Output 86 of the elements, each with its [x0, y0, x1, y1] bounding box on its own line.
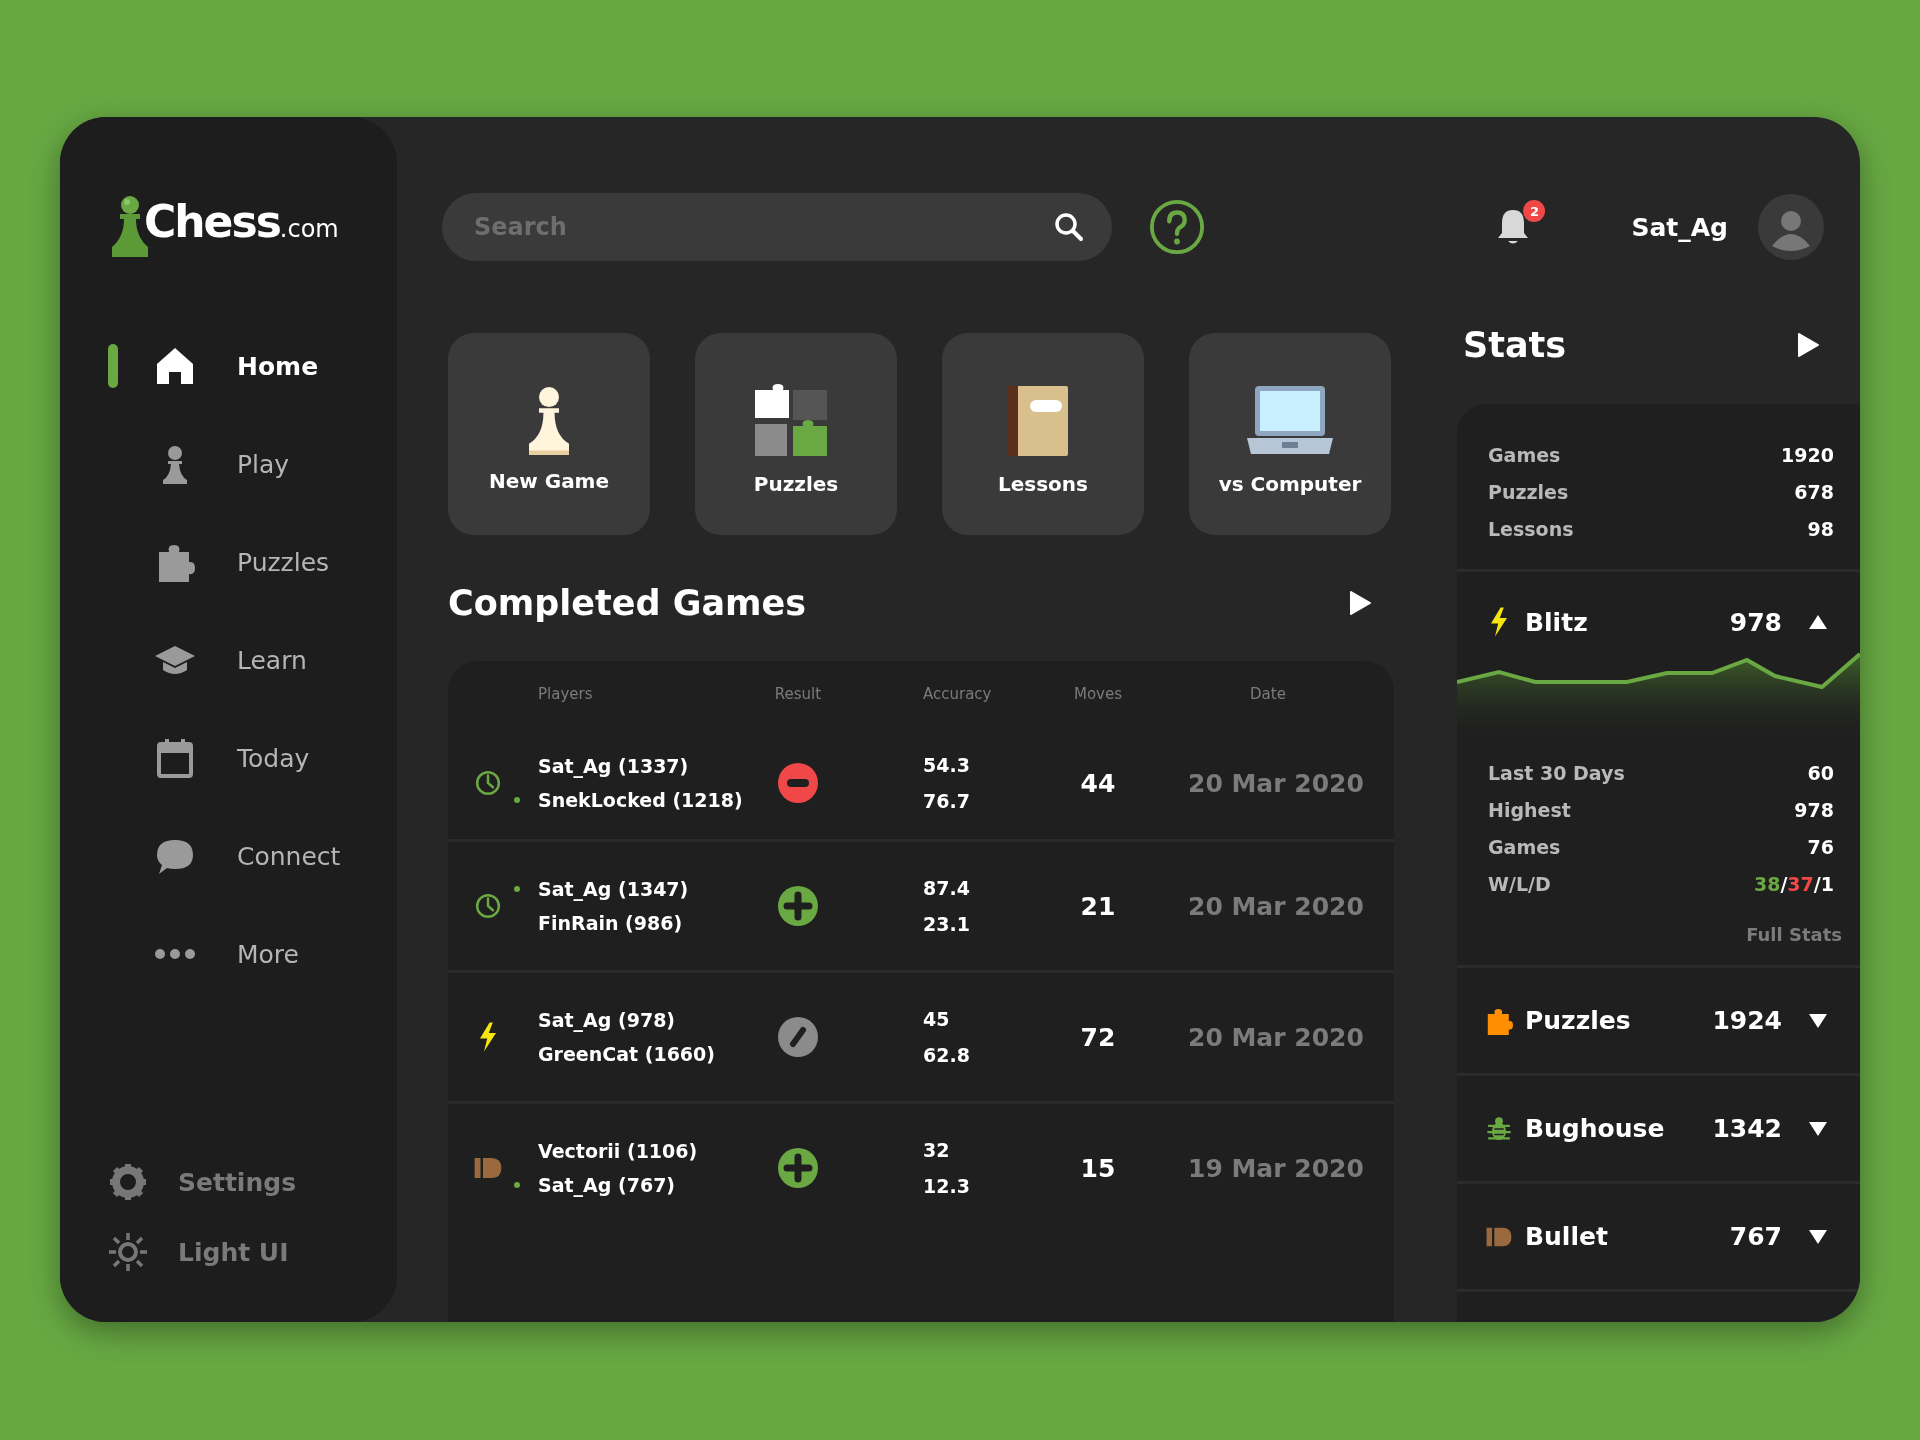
mode-rating: 1924: [1712, 1006, 1782, 1035]
column-header[interactable]: Result: [774, 685, 822, 703]
search-icon[interactable]: [1054, 212, 1084, 242]
stat-value: 978: [1794, 798, 1834, 821]
player-name[interactable]: FinRain (986): [538, 912, 683, 934]
player-name[interactable]: Sat_Ag (1337): [538, 755, 689, 777]
moves-count: 44: [1080, 768, 1116, 798]
accuracy-value: 54.3: [923, 754, 971, 776]
player-name[interactable]: SnekLocked (1218): [538, 789, 743, 811]
pawn-icon: [529, 387, 569, 455]
expand-arrow-icon[interactable]: [1808, 1227, 1828, 1246]
section-title: Completed Games: [448, 583, 807, 623]
player-name[interactable]: Vectorii (1106): [538, 1140, 698, 1162]
expand-arrow-icon[interactable]: [1808, 1011, 1828, 1030]
accuracy-value: 87.4: [923, 877, 971, 899]
stat-label: Games: [1488, 443, 1561, 466]
stat-value: 60: [1807, 761, 1834, 784]
action-tile[interactable]: Puzzles: [695, 333, 897, 535]
stat-label: Puzzles: [1488, 480, 1569, 503]
action-tile[interactable]: New Game: [448, 333, 650, 535]
full-stats-link[interactable]: Full Stats: [1746, 924, 1842, 945]
mode-rating: 978: [1729, 607, 1782, 637]
nav-item[interactable]: Play: [155, 444, 290, 484]
stat-label: Lessons: [1488, 517, 1574, 540]
nav-item[interactable]: Today: [155, 738, 310, 778]
column-header[interactable]: Date: [1250, 685, 1286, 703]
avatar[interactable]: [1758, 194, 1824, 260]
game-date: 19 Mar 2020: [1188, 1153, 1364, 1183]
player-name[interactable]: Sat_Ag (978): [538, 1009, 676, 1031]
help-icon[interactable]: [1148, 198, 1206, 256]
accuracy-value: 76.7: [923, 790, 971, 812]
logo-text: Chess.com: [144, 196, 339, 249]
column-header[interactable]: Accuracy: [923, 685, 992, 703]
nav-item[interactable]: Home: [155, 346, 319, 386]
moves-count: 21: [1080, 891, 1116, 921]
player-name[interactable]: Sat_Ag (1347): [538, 878, 689, 900]
accuracy-value: 62.8: [923, 1044, 971, 1066]
stat-label: Last 30 Days: [1488, 761, 1625, 784]
stat-label: Highest: [1488, 798, 1571, 821]
stat-value: 98: [1807, 517, 1834, 540]
moves-count: 15: [1080, 1153, 1116, 1183]
accuracy-value: 32: [923, 1139, 951, 1161]
nav-item[interactable]: Puzzles: [155, 542, 330, 582]
home-icon: [155, 346, 195, 386]
stat-value: 1920: [1781, 443, 1834, 466]
mode-name[interactable]: Bullet: [1525, 1222, 1730, 1251]
game-date: 20 Mar 2020: [1188, 891, 1364, 921]
play-icon[interactable]: [1348, 590, 1372, 616]
user-name[interactable]: Sat_Ag: [1631, 212, 1728, 242]
column-header[interactable]: Players: [538, 685, 593, 703]
moves-count: 72: [1080, 1022, 1116, 1052]
nav-item[interactable]: More: [155, 934, 299, 974]
notification-badge: 2: [1523, 200, 1546, 222]
nav-item[interactable]: Light UI: [108, 1232, 397, 1272]
play-icon[interactable]: [1796, 332, 1820, 358]
stat-value: 76: [1807, 835, 1834, 858]
player-name[interactable]: Sat_Ag (767): [538, 1174, 676, 1196]
game-date: 20 Mar 2020: [1188, 1022, 1364, 1052]
accuracy-value: 12.3: [923, 1175, 971, 1197]
nav-item[interactable]: Learn: [155, 640, 307, 680]
player-name[interactable]: GreenCat (1660): [538, 1043, 715, 1065]
more-icon: [155, 949, 195, 959]
sun-icon: [108, 1232, 148, 1272]
column-header[interactable]: Moves: [1073, 685, 1122, 703]
calendar-icon: [155, 738, 195, 778]
stat-label: Games: [1488, 835, 1561, 858]
stats-title: Stats: [1463, 325, 1567, 365]
accuracy-value: 23.1: [923, 913, 971, 935]
game-date: 20 Mar 2020: [1188, 768, 1364, 798]
expand-arrow-icon[interactable]: [1808, 1119, 1828, 1138]
action-tile[interactable]: vs Computer: [1189, 333, 1391, 535]
action-tile[interactable]: Lessons: [942, 333, 1144, 535]
stat-label: W/L/D: [1488, 872, 1551, 895]
mode-name[interactable]: Puzzles: [1525, 1006, 1713, 1035]
mode-name[interactable]: Blitz: [1525, 607, 1730, 637]
stat-value: 678: [1794, 480, 1834, 503]
mode-name[interactable]: Bughouse: [1525, 1114, 1713, 1143]
mode-rating: 767: [1729, 1222, 1782, 1251]
nav-item[interactable]: Connect: [155, 836, 341, 876]
mode-rating: 1342: [1712, 1114, 1782, 1143]
collapse-arrow-icon[interactable]: [1808, 613, 1828, 631]
stat-value: 38/37/1: [1753, 872, 1834, 895]
accuracy-value: 45: [923, 1008, 951, 1030]
nav-item[interactable]: Settings: [108, 1162, 397, 1202]
gear-icon: [108, 1162, 148, 1202]
active-indicator: [108, 344, 118, 388]
